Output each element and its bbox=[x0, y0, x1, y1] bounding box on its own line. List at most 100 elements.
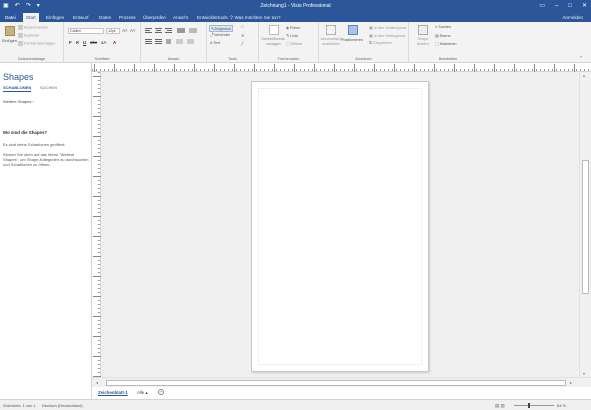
view-mode-icons[interactable]: ▤ ▥ bbox=[495, 403, 505, 409]
ruler-major-tick bbox=[93, 316, 101, 317]
ruler-major-tick bbox=[93, 176, 101, 177]
font-color-button[interactable]: A bbox=[113, 40, 116, 45]
zoom-slider-thumb[interactable] bbox=[528, 403, 530, 408]
scroll-down-icon[interactable]: ▾ bbox=[583, 371, 585, 376]
drawing-canvas[interactable] bbox=[101, 72, 579, 377]
ruler-major-tick bbox=[94, 64, 95, 72]
line-label: Linie bbox=[290, 34, 299, 38]
change-shape-button[interactable]: Shape ändern bbox=[415, 37, 431, 46]
pointer-tool-button[interactable]: ↖Zeigertool bbox=[209, 25, 234, 32]
select-button[interactable]: ⬚ Markieren bbox=[435, 41, 457, 46]
effects-button[interactable]: ▢ Effekte bbox=[286, 41, 302, 46]
page-count-status[interactable]: Zeichenbl. 1 von 1 bbox=[3, 403, 36, 408]
collapse-ribbon-icon[interactable]: ˄ bbox=[580, 55, 582, 59]
change-case-button[interactable]: aA bbox=[101, 40, 106, 45]
ruler-major-tick bbox=[534, 64, 535, 72]
minimize-icon[interactable]: – bbox=[555, 2, 558, 10]
horizontal-scroll-thumb[interactable] bbox=[106, 380, 566, 386]
ribbon-display-icon[interactable]: ▭ bbox=[539, 2, 545, 10]
text-tool-label: Text bbox=[213, 41, 221, 45]
layers-button[interactable]: ▤ Ebene bbox=[435, 33, 451, 38]
bold-button[interactable]: F bbox=[69, 40, 72, 45]
zoom-slider[interactable] bbox=[514, 405, 554, 406]
ruler-major-tick bbox=[93, 76, 101, 77]
tab-developer[interactable]: Entwicklertools bbox=[194, 13, 231, 22]
find-button[interactable]: ⌕ Suchen bbox=[435, 25, 451, 29]
line-icon[interactable]: ╱ bbox=[241, 41, 243, 46]
paragraph-icons[interactable] bbox=[145, 28, 203, 48]
connector-label: Verbinder bbox=[213, 33, 231, 37]
group-button[interactable]: ⧉ Gruppieren bbox=[369, 41, 392, 45]
more-shapes-menu[interactable]: Weitere Shapes › bbox=[3, 99, 34, 104]
font-size-select[interactable]: 12pt. bbox=[106, 28, 120, 34]
format-painter-button[interactable]: Format übertragen bbox=[18, 41, 55, 46]
underline-button[interactable]: U bbox=[83, 40, 86, 45]
drawing-page[interactable] bbox=[251, 81, 429, 372]
cut-label: Ausschneiden bbox=[24, 25, 48, 30]
maximize-icon[interactable]: □ bbox=[568, 2, 572, 10]
tab-insert[interactable]: Einfügen bbox=[43, 13, 67, 22]
vertical-ruler[interactable] bbox=[92, 72, 101, 377]
add-page-button[interactable]: + bbox=[158, 389, 164, 395]
arrange-group-label: Anordnen bbox=[355, 57, 372, 61]
more-shapes-hint: Klicken Sie oben auf das Menü "Weitere S… bbox=[3, 152, 89, 167]
copy-button[interactable]: Kopieren bbox=[18, 33, 39, 38]
ruler-major-tick bbox=[234, 64, 235, 72]
tab-review[interactable]: Überprüfen bbox=[140, 13, 169, 22]
scroll-up-icon[interactable]: ▴ bbox=[583, 73, 585, 78]
page-tab-1[interactable]: Zeichenblatt-1 bbox=[98, 390, 128, 395]
scroll-right-icon[interactable]: ▸ bbox=[570, 380, 572, 385]
text-tool-button[interactable]: A Text bbox=[210, 41, 220, 45]
vertical-scrollbar[interactable]: ▴ ▾ bbox=[579, 72, 591, 377]
auto-align-button[interactable]: Automatisch ausrichten bbox=[320, 37, 342, 46]
close-tool-icon[interactable]: ✕ bbox=[241, 33, 244, 38]
tell-me-text: Was möchten Sie tun? bbox=[234, 15, 281, 20]
close-icon[interactable]: ✕ bbox=[582, 2, 587, 10]
quick-styles-button[interactable]: Schnellformat-vorlagen bbox=[261, 37, 286, 46]
copy-label: Kopieren bbox=[24, 33, 40, 38]
tab-home[interactable]: Start bbox=[23, 13, 39, 22]
all-pages-menu[interactable]: Alle ▴ bbox=[137, 390, 148, 396]
scroll-left-icon[interactable]: ◂ bbox=[96, 380, 98, 385]
tab-view[interactable]: Ansicht bbox=[170, 13, 191, 22]
paste-button[interactable]: Einfügen bbox=[2, 39, 17, 43]
ribbon-tabs: Datei Start Einfügen Entwurf Daten Proze… bbox=[0, 12, 591, 22]
ruler-major-tick bbox=[434, 64, 435, 72]
line-button[interactable]: ✎ Linie bbox=[286, 33, 298, 38]
ruler-major-tick bbox=[354, 64, 355, 72]
cut-button[interactable]: Ausschneiden bbox=[18, 25, 48, 30]
chevron-right-icon: › bbox=[31, 99, 34, 104]
ruler-major-tick bbox=[314, 64, 315, 72]
zoom-level[interactable]: 64 % bbox=[557, 403, 566, 408]
ruler-major-tick bbox=[474, 64, 475, 72]
ruler-major-tick bbox=[93, 356, 101, 357]
send-back-button[interactable]: ▣ In den Hintergrund bbox=[369, 33, 405, 38]
vertical-scroll-thumb[interactable] bbox=[582, 160, 589, 294]
paste-icon bbox=[5, 26, 15, 36]
ruler-major-tick bbox=[174, 64, 175, 72]
active-tab-indicator bbox=[3, 91, 31, 92]
tab-file[interactable]: Datei bbox=[2, 13, 19, 22]
sign-in-link[interactable]: Anmelden bbox=[562, 13, 583, 22]
tab-data[interactable]: Daten bbox=[96, 13, 114, 22]
connector-button[interactable]: ⤴Verbinder bbox=[210, 33, 230, 38]
language-status[interactable]: Deutsch (Deutschland) bbox=[42, 403, 83, 408]
shapes-pane-title: Shapes bbox=[3, 72, 34, 82]
italic-button[interactable]: K bbox=[76, 40, 79, 45]
rectangle-icon[interactable]: □ bbox=[241, 25, 243, 29]
tab-search[interactable]: SUCHEN bbox=[40, 85, 57, 90]
tab-design[interactable]: Entwurf bbox=[70, 13, 92, 22]
font-name-select[interactable]: Calibri bbox=[68, 28, 104, 34]
tell-me-box[interactable]: 💡︎ Was möchten Sie tun? bbox=[230, 13, 281, 22]
fill-button[interactable]: ◈ Füllen bbox=[286, 25, 300, 30]
bring-front-button[interactable]: ▣ In den Vordergrund bbox=[369, 25, 406, 30]
shape-styles-group-label: Formenarten bbox=[277, 57, 300, 61]
horizontal-scrollbar[interactable]: ◂ ▸ bbox=[92, 377, 591, 387]
tab-process[interactable]: Prozess bbox=[116, 13, 139, 22]
tab-stencils[interactable]: SCHABLONEN bbox=[3, 85, 31, 90]
strikethrough-button[interactable]: abc bbox=[90, 40, 97, 45]
position-button[interactable]: Positionieren bbox=[341, 38, 363, 42]
horizontal-ruler[interactable] bbox=[92, 63, 591, 72]
shrink-font-icon[interactable]: A˅ bbox=[130, 28, 136, 33]
grow-font-icon[interactable]: A˄ bbox=[122, 28, 128, 33]
